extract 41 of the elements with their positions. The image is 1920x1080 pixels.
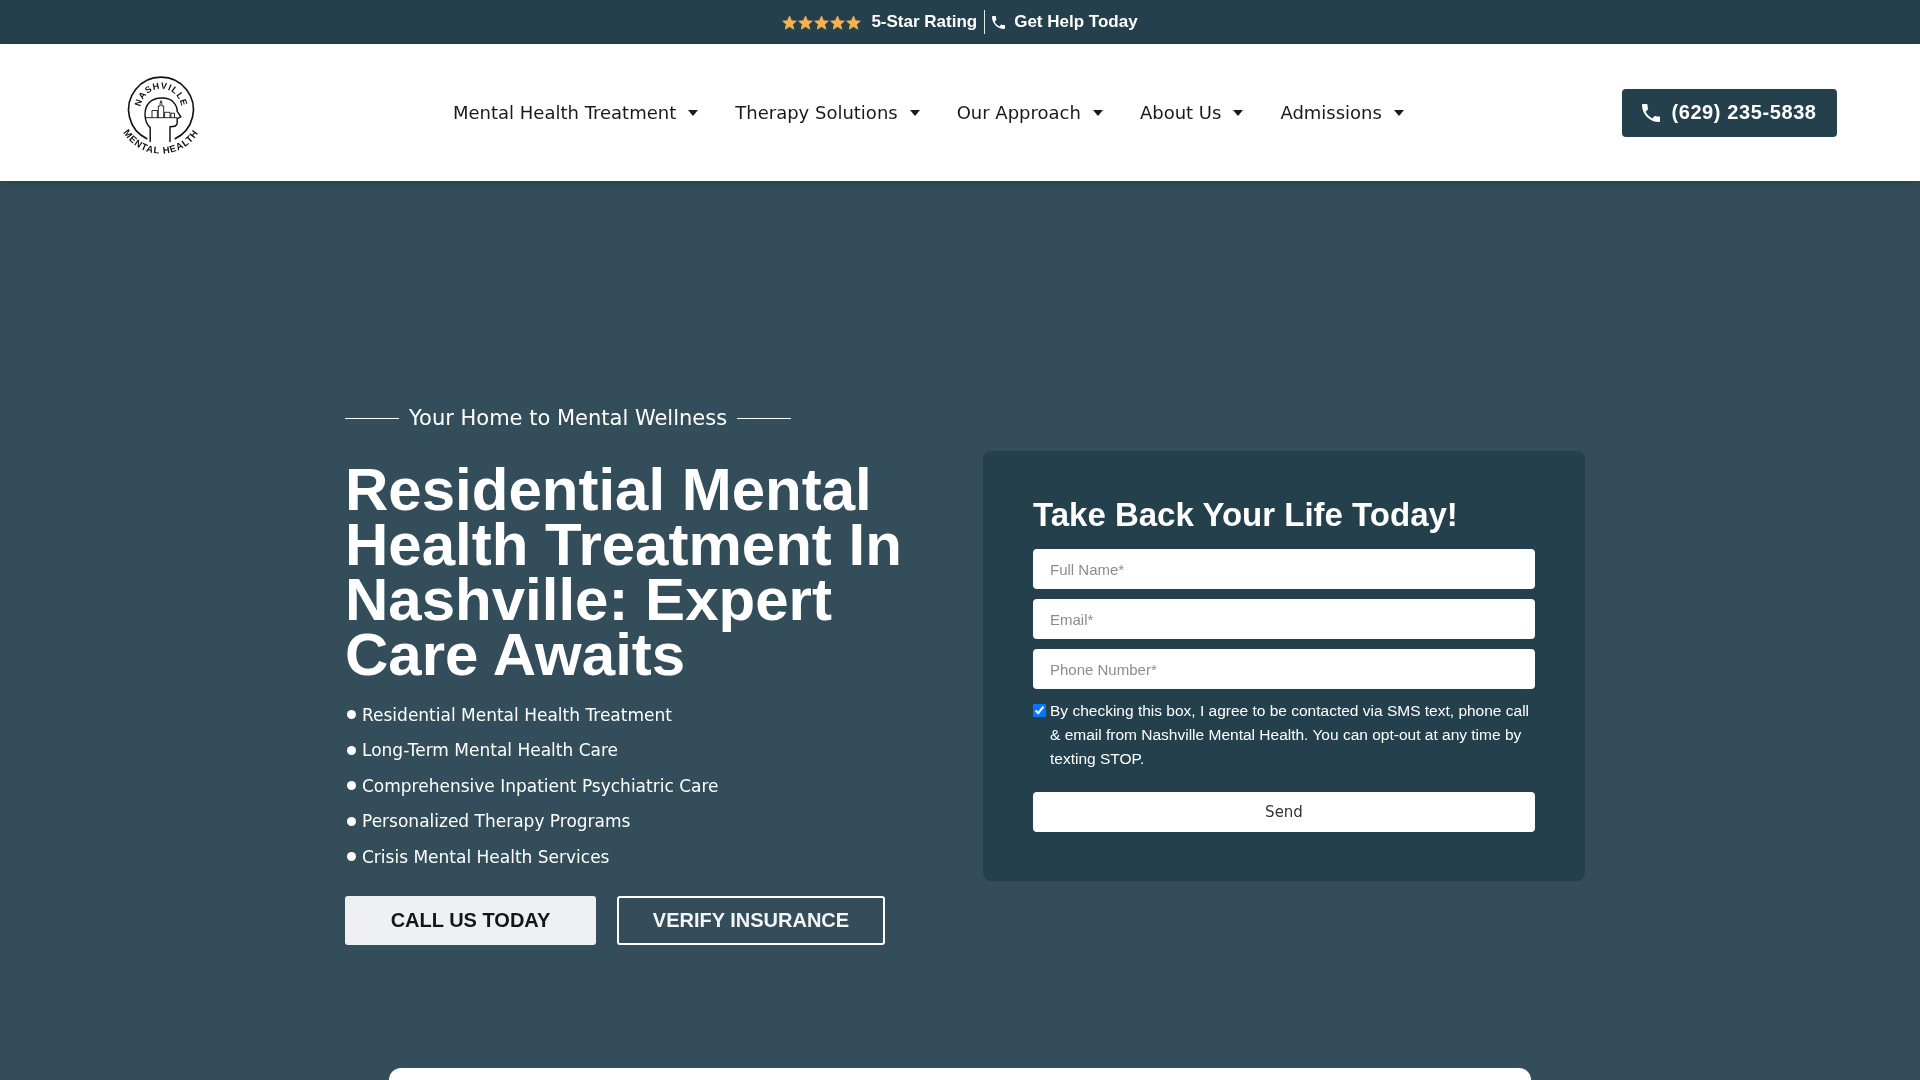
star-icon — [814, 14, 830, 30]
send-button[interactable]: Send — [1033, 792, 1535, 832]
consent-checkbox[interactable] — [1033, 704, 1046, 717]
bullet-text: Residential Mental Health Treatment — [362, 704, 672, 725]
help-link[interactable]: Get Help Today — [992, 12, 1138, 32]
hero-title: Residential Mental Health Treatment In Nashville: Expert Care Awaits — [345, 462, 903, 682]
bullet-icon — [347, 745, 356, 755]
bullet-text: Crisis Mental Health Services — [362, 846, 610, 867]
cta-button[interactable]: VERIFY INSURANCE — [617, 895, 885, 945]
cta-button[interactable]: CALL US TODAY — [345, 895, 596, 945]
caret-icon — [1233, 109, 1244, 116]
text-field[interactable]: Phone Number* — [1033, 649, 1535, 689]
caret-icon — [1092, 109, 1103, 116]
nav-menu-item[interactable]: Mental Health Treatment — [453, 102, 699, 123]
caret-icon — [688, 109, 699, 116]
bullet-icon — [347, 710, 356, 720]
form-title: Take Back Your Life Today! — [1033, 495, 1459, 535]
nav-menu-item[interactable]: Admissions — [1280, 102, 1404, 123]
nav-menu-item[interactable]: Our Approach — [956, 102, 1103, 123]
phone-button[interactable]: (629) 235-5838 — [1622, 88, 1837, 137]
tagline: Your Home to Mental Wellness — [409, 405, 728, 432]
star-icon — [798, 14, 814, 30]
bullet-text: Long-Term Mental Health Care — [362, 740, 619, 761]
phone-icon — [992, 15, 1006, 29]
caret-icon — [1393, 109, 1404, 116]
bullet-icon — [347, 781, 356, 791]
text-field[interactable]: Email* — [1033, 599, 1535, 639]
star-icon — [782, 14, 798, 30]
bullet-icon — [347, 816, 356, 826]
caret-icon — [909, 109, 920, 116]
phone-icon — [1642, 103, 1661, 122]
nav-menu-item[interactable]: About Us — [1139, 102, 1244, 123]
text-field[interactable]: Full Name* — [1033, 549, 1535, 589]
bullet-text: Personalized Therapy Programs — [362, 811, 631, 832]
bullet-text: Comprehensive Inpatient Psychiatric Care — [362, 775, 719, 796]
star-icon — [846, 14, 862, 30]
star-icon — [830, 14, 846, 30]
bullet-icon — [347, 852, 356, 862]
nav-menu-item[interactable]: Therapy Solutions — [735, 102, 920, 123]
consent-text: By checking this box, I agree to be contacted via SMS text, phone call & email from Nashville Mental Health. You can opt-out at any time by texting STOP. — [1050, 701, 1531, 769]
rating-text: 5-Star Rating — [871, 12, 978, 32]
